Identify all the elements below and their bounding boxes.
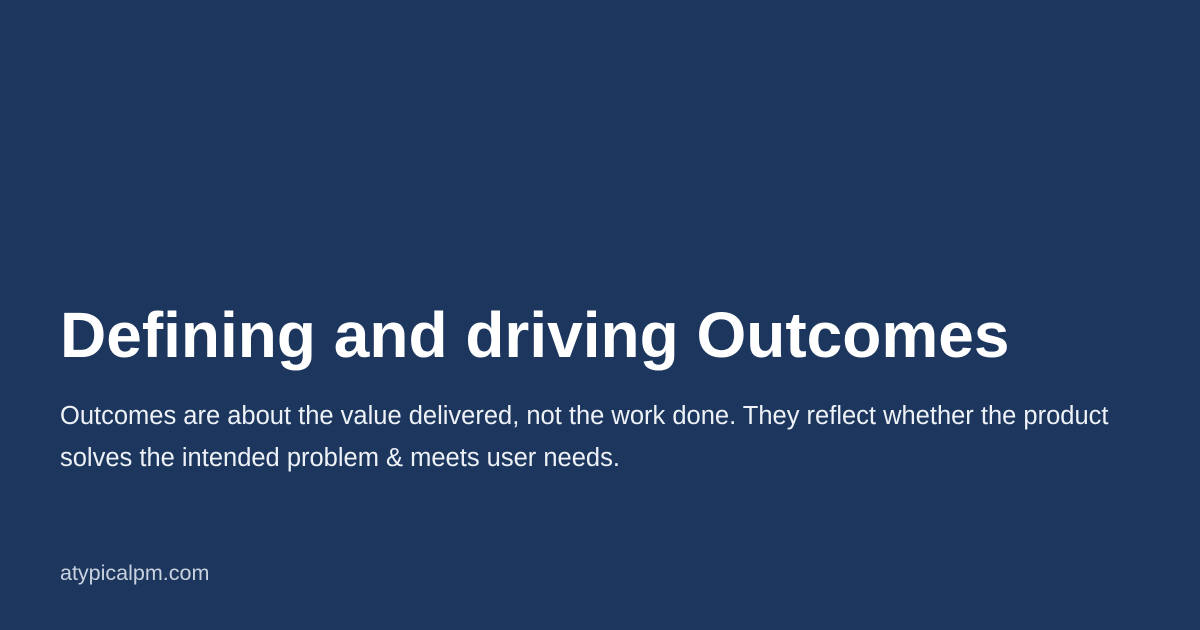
article-title: Defining and driving Outcomes: [60, 299, 1010, 371]
social-share-card: Defining and driving Outcomes Outcomes a…: [0, 0, 1200, 630]
site-domain: atypicalpm.com: [60, 561, 210, 585]
article-description: Outcomes are about the value delivered, …: [60, 402, 1109, 472]
